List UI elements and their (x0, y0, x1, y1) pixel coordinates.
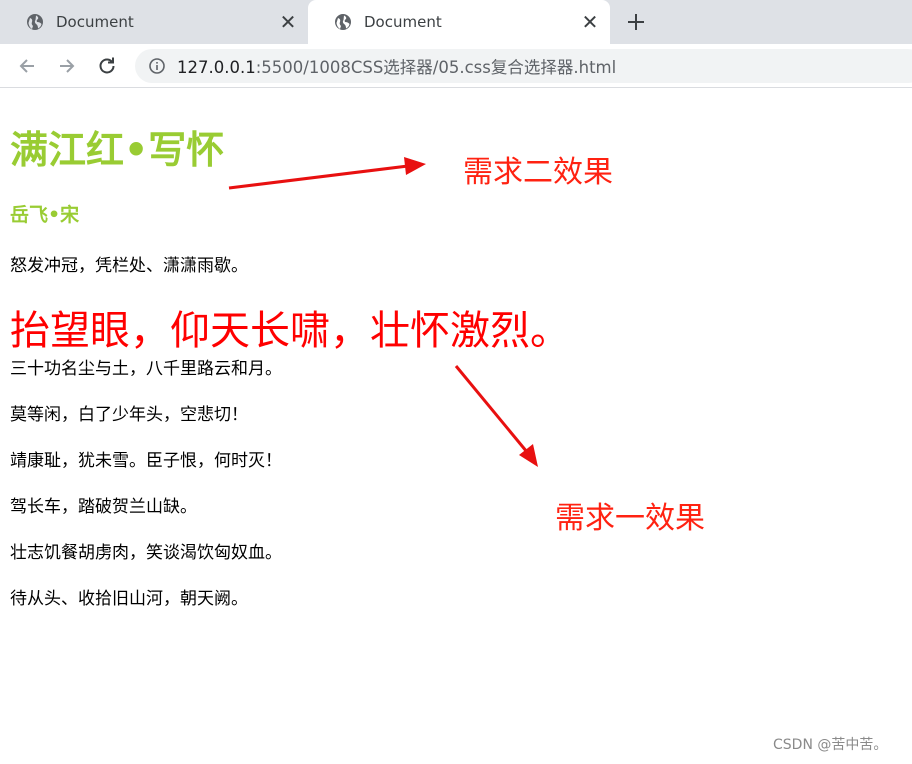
tab-document-2[interactable]: Document ✕ (308, 0, 610, 44)
globe-icon (335, 14, 351, 30)
tab-document-1[interactable]: Document ✕ (0, 0, 308, 44)
watermark: CSDN @苦中苦。 (773, 737, 888, 753)
url-text: 127.0.0.1:5500/1008CSS选择器/05.css复合选择器.ht… (177, 54, 616, 78)
back-button[interactable] (13, 52, 41, 80)
annotation-requirement-two: 需求二效果 (463, 155, 613, 190)
page-content: 满江红•写怀 岳飞•宋 怒发冲冠，凭栏处、潇潇雨歇。 抬望眼，仰天长啸，壮怀激烈… (0, 89, 912, 764)
globe-icon (27, 14, 43, 30)
close-icon[interactable]: ✕ (276, 10, 300, 34)
annotation-arrows (228, 157, 538, 467)
arrow-requirement-one (454, 365, 538, 467)
tab-title: Document (364, 13, 442, 31)
reload-icon (99, 57, 115, 74)
forward-arrow-icon (60, 59, 75, 73)
info-icon[interactable] (149, 58, 165, 74)
back-arrow-icon (19, 59, 34, 73)
plus-icon (628, 14, 644, 30)
forward-button[interactable] (53, 52, 81, 80)
reload-button[interactable] (93, 52, 121, 80)
url-host: 127.0.0.1 (177, 58, 256, 77)
arrow-requirement-two (228, 157, 426, 190)
address-bar[interactable]: 127.0.0.1:5500/1008CSS选择器/05.css复合选择器.ht… (135, 49, 912, 83)
close-icon[interactable]: ✕ (578, 10, 602, 34)
tab-title: Document (56, 13, 134, 31)
new-tab-button[interactable] (622, 8, 650, 36)
annotation-requirement-one: 需求一效果 (555, 501, 705, 536)
browser-toolbar: 127.0.0.1:5500/1008CSS选择器/05.css复合选择器.ht… (0, 44, 912, 88)
url-path: :5500/1008CSS选择器/05.css复合选择器.html (255, 58, 617, 77)
tab-strip: Document ✕ Document ✕ (0, 0, 912, 44)
